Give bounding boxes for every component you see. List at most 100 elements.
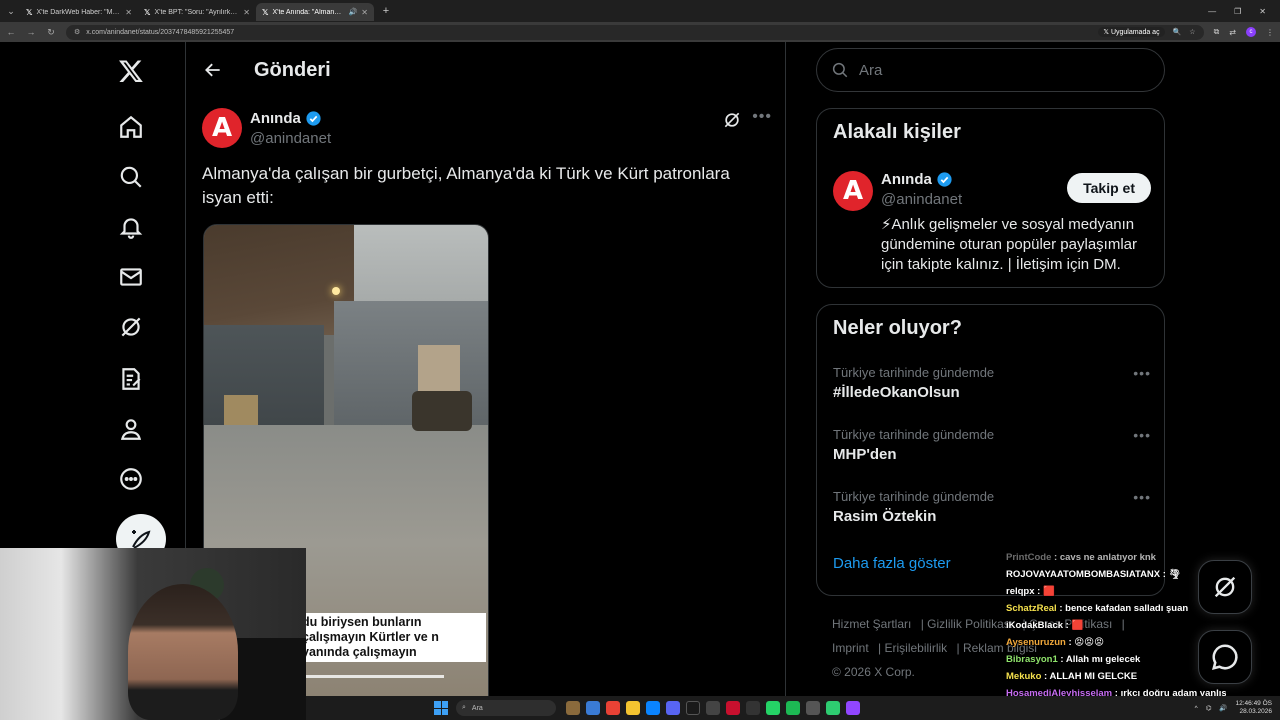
chat-message: PrintCode : cavs ne anlatıyor knk	[1006, 552, 1156, 563]
taskbar-app-icon[interactable]	[706, 701, 720, 715]
open-in-app-button[interactable]: 𝕏 Uygulamada aç	[1098, 27, 1165, 37]
chat-message: iKodakBlack : 🟥	[1006, 620, 1084, 631]
taskbar-app-icon[interactable]	[646, 701, 660, 715]
author-handle[interactable]: @anindanet	[250, 130, 331, 147]
related-person-bio: ⚡Anlık gelişmeler ve sosyal medyanın gün…	[881, 216, 1137, 273]
streamer-image	[128, 584, 238, 720]
tab-title: X'te Anında: "Almanya'da ç	[272, 8, 344, 16]
more-options-icon[interactable]: •••	[1133, 365, 1151, 381]
site-info-icon[interactable]: ⚙	[74, 28, 80, 36]
bell-icon[interactable]	[116, 212, 146, 242]
home-icon[interactable]	[116, 112, 146, 142]
volume-icon[interactable]: 🔊	[1219, 704, 1227, 712]
trend-item[interactable]: Türkiye tarihinde gündemde Rasim Öztekin…	[833, 489, 1151, 525]
chat-username: iKodakBlack	[1006, 620, 1064, 631]
chrome-icon[interactable]	[606, 701, 620, 715]
clock[interactable]: 12:46:49 ÖS 28.03.2026	[1236, 700, 1273, 716]
browser-tab-3[interactable]: 𝕏 X'te Anında: "Almanya'da ç 🔊 ✕	[256, 3, 374, 21]
more-options-icon[interactable]: •••	[1133, 489, 1151, 505]
tab-search-icon[interactable]: ⌄	[2, 2, 20, 20]
folder-icon[interactable]	[626, 701, 640, 715]
windows-start-icon[interactable]	[434, 701, 448, 715]
close-window-icon[interactable]: ✕	[1259, 7, 1266, 16]
more-options-icon[interactable]: •••	[1133, 427, 1151, 443]
more-options-icon[interactable]: •••	[752, 108, 772, 126]
forward-icon[interactable]: →	[26, 27, 36, 37]
taskbar-app-icon[interactable]	[566, 701, 580, 715]
chat-username: ROJOVAYAATOMBOMBASIATANX	[1006, 569, 1161, 580]
column-divider	[785, 42, 786, 720]
related-person-handle[interactable]: @anindanet	[881, 191, 962, 208]
show-more-link[interactable]: Daha fazla göster	[833, 555, 951, 572]
taskbar-app-icon[interactable]	[686, 701, 700, 715]
star-icon[interactable]: ☆	[1189, 28, 1195, 36]
avatar[interactable]: A	[202, 108, 242, 148]
reload-icon[interactable]: ↻	[46, 27, 56, 38]
footer-link[interactable]: Imprint	[832, 641, 869, 655]
chevron-up-icon[interactable]: ^	[1195, 705, 1198, 712]
browser-tab-2[interactable]: 𝕏 X'te BPT: "Soru: "Ayrılırken bir ✕	[138, 3, 256, 21]
whatsapp-icon[interactable]	[766, 701, 780, 715]
lists-icon[interactable]	[116, 364, 146, 394]
taskbar-app-icon[interactable]	[586, 701, 600, 715]
chat-username: Mekuko	[1006, 671, 1042, 682]
minimize-icon[interactable]: —	[1208, 7, 1216, 16]
trend-name: #İlledeOkanOlsun	[833, 384, 960, 401]
network-icon[interactable]: ⌬	[1206, 704, 1212, 712]
profile-sync-icon[interactable]: ⇄	[1229, 28, 1236, 37]
author-name[interactable]: Anında	[250, 110, 322, 127]
back-icon[interactable]: ←	[6, 27, 16, 37]
grok-explain-icon[interactable]	[722, 110, 742, 135]
taskbar-app-icon[interactable]	[746, 701, 760, 715]
footer-link[interactable]: Erişilebilirlik	[884, 641, 947, 655]
maximize-icon[interactable]: ❐	[1234, 7, 1241, 16]
taskbar-app-icon[interactable]	[726, 701, 740, 715]
profile-avatar[interactable]: c	[1246, 27, 1256, 37]
taskbar-search[interactable]: ⌕ Ara	[456, 700, 556, 716]
avatar[interactable]: A	[833, 171, 873, 211]
taskbar-app-icon[interactable]	[826, 701, 840, 715]
new-tab-button[interactable]: +	[378, 5, 394, 17]
menu-dots-icon[interactable]: ⋮	[1266, 28, 1274, 37]
video-progress-bar[interactable]	[304, 675, 444, 678]
taskbar-app-icon[interactable]	[806, 701, 820, 715]
related-person-name[interactable]: Anında	[881, 171, 953, 188]
stream-chat-overlay: PrintCode : cavs ne anlatıyor knk ROJOVAY…	[1006, 549, 1226, 719]
mail-icon[interactable]	[116, 262, 146, 292]
close-icon[interactable]: ✕	[125, 8, 132, 17]
tab-title: X'te DarkWeb Haber: "Makas s	[36, 8, 121, 16]
follow-button[interactable]: Takip et	[1067, 173, 1151, 203]
copyright: © 2026 X Corp.	[832, 665, 915, 679]
back-arrow-icon[interactable]	[202, 59, 224, 81]
chat-text: 🟥	[1042, 586, 1055, 597]
footer-link[interactable]: Gizlilik Politikası	[927, 617, 1013, 631]
more-circle-icon[interactable]	[116, 464, 146, 494]
chat-message: ROJOVAYAATOMBOMBASIATANX : 🌪	[1006, 569, 1181, 580]
chat-message: Mekuko : ALLAH MI GELCKE	[1006, 671, 1138, 682]
system-tray: ^ ⌬ 🔊 12:46:49 ÖS 28.03.2026	[1195, 700, 1280, 716]
chat-text: 🟥	[1071, 620, 1084, 631]
twitch-icon[interactable]	[846, 701, 860, 715]
tweet-header: A Anında @anindanet •••	[202, 106, 772, 152]
chat-username: Bibrasyon1	[1006, 654, 1058, 665]
grok-icon[interactable]	[116, 312, 146, 342]
trend-name: Rasim Öztekin	[833, 508, 937, 525]
url-field[interactable]: ⚙ x.com/anindanet/status/203747848592125…	[66, 24, 1204, 40]
profile-icon[interactable]	[116, 414, 146, 444]
search-icon[interactable]	[116, 162, 146, 192]
zoom-icon[interactable]: 🔍	[1173, 28, 1182, 36]
speaker-icon[interactable]: 🔊	[349, 8, 358, 16]
trend-item[interactable]: Türkiye tarihinde gündemde #İlledeOkanOl…	[833, 365, 1151, 401]
trend-item[interactable]: Türkiye tarihinde gündemde MHP'den •••	[833, 427, 1151, 463]
close-icon[interactable]: ✕	[361, 8, 368, 17]
chat-message: SchatzReal : bence kafadan salladı şuan	[1006, 603, 1189, 614]
search-input[interactable]: Ara	[816, 48, 1165, 92]
discord-icon[interactable]	[666, 701, 680, 715]
webcam-overlay	[0, 548, 306, 720]
extensions-icon[interactable]: ⧉	[1214, 27, 1220, 37]
footer-link[interactable]: Hizmet Şartları	[832, 617, 911, 631]
spotify-icon[interactable]	[786, 701, 800, 715]
close-icon[interactable]: ✕	[243, 8, 250, 17]
browser-tab-1[interactable]: 𝕏 X'te DarkWeb Haber: "Makas s ✕	[20, 3, 138, 21]
x-logo-icon[interactable]	[116, 56, 146, 86]
